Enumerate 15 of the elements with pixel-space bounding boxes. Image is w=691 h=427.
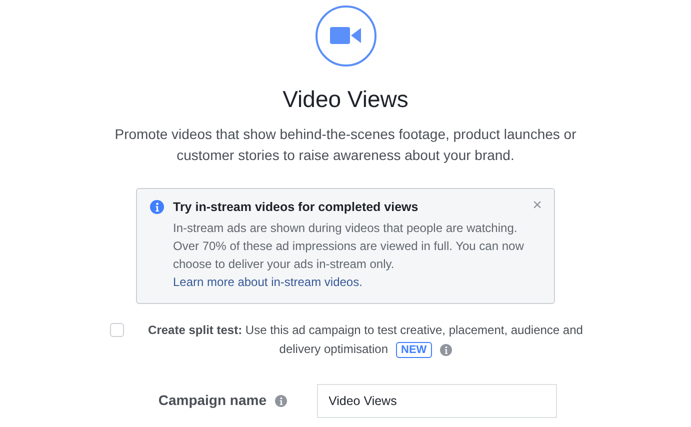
notice-title: Try in-stream videos for completed views: [173, 200, 420, 214]
checkbox[interactable]: [110, 323, 124, 337]
split-test-text: delivery optimisation: [279, 341, 388, 358]
learn-more-link[interactable]: Learn more about in-stream videos.: [173, 275, 362, 289]
field-label: Campaign name: [158, 392, 266, 408]
page-title: Video Views: [282, 86, 408, 113]
new-badge: NEW: [396, 342, 432, 358]
info-icon: [150, 200, 164, 214]
campaign-name-field[interactable]: Video Views: [316, 384, 556, 418]
info-icon: [274, 395, 286, 407]
description-text: Promote videos that show behind-the-scenes footage, product launches or customer stories to raise awareness about your brand.: [114, 125, 578, 165]
info-icon: [440, 344, 452, 356]
notice-text: In-stream ads are shown during videos that people are watching. Over 70% of these ad impressions are viewed in full. You can now choose to deliver your ads in-stream only. Learn more about in-stream videos.: [173, 220, 525, 291]
split-test-text: Create split test: Use this ad campaign to test creative, placement, audience and: [148, 322, 583, 339]
video-camera-icon: [314, 5, 376, 67]
